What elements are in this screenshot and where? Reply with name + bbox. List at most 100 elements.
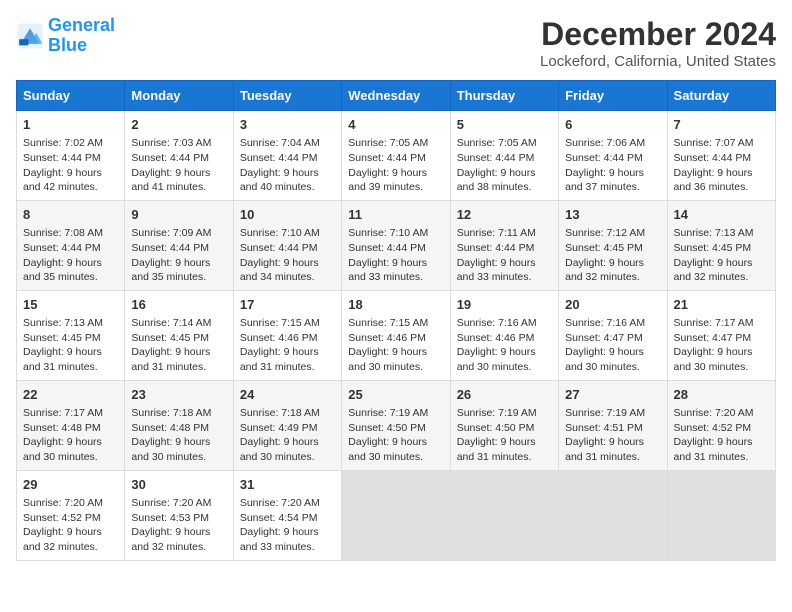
calendar-cell: [450, 470, 558, 560]
day-number: 5: [457, 116, 552, 134]
calendar-cell: 12 Sunrise: 7:11 AMSunset: 4:44 PMDayligh…: [450, 200, 558, 290]
day-number: 9: [131, 206, 226, 224]
day-info: Sunrise: 7:08 AMSunset: 4:44 PMDaylight:…: [23, 226, 118, 285]
calendar-cell: 25 Sunrise: 7:19 AMSunset: 4:50 PMDayligh…: [342, 380, 450, 470]
day-info: Sunrise: 7:20 AMSunset: 4:52 PMDaylight:…: [674, 406, 769, 465]
logo-text-line2: Blue: [48, 36, 115, 56]
day-info: Sunrise: 7:02 AMSunset: 4:44 PMDaylight:…: [23, 136, 118, 195]
calendar-cell: 26Sunrise: 7:19 AMSunset: 4:50 PMDayligh…: [450, 380, 558, 470]
calendar-week-row: 1 Sunrise: 7:02 AMSunset: 4:44 PMDaylight…: [17, 111, 776, 201]
day-info: Sunrise: 7:18 AMSunset: 4:48 PMDaylight:…: [131, 406, 226, 465]
day-number: 24: [240, 386, 335, 404]
calendar-cell: [559, 470, 667, 560]
day-info: Sunrise: 7:20 AMSunset: 4:53 PMDaylight:…: [131, 496, 226, 555]
day-info: Sunrise: 7:15 AMSunset: 4:46 PMDaylight:…: [348, 316, 443, 375]
title-section: December 2024 Lockeford, California, Uni…: [540, 16, 776, 70]
calendar-cell: 11 Sunrise: 7:10 AMSunset: 4:44 PMDayligh…: [342, 200, 450, 290]
day-number: 31: [240, 476, 335, 494]
calendar-cell: 29Sunrise: 7:20 AMSunset: 4:52 PMDayligh…: [17, 470, 125, 560]
calendar-cell: 1 Sunrise: 7:02 AMSunset: 4:44 PMDaylight…: [17, 111, 125, 201]
day-info: Sunrise: 7:16 AMSunset: 4:46 PMDaylight:…: [457, 316, 552, 375]
day-number: 17: [240, 296, 335, 314]
calendar-header-row: SundayMondayTuesdayWednesdayThursdayFrid…: [17, 81, 776, 111]
day-info: Sunrise: 7:19 AMSunset: 4:50 PMDaylight:…: [348, 406, 443, 465]
calendar-week-row: 15 Sunrise: 7:13 AMSunset: 4:45 PMDayligh…: [17, 290, 776, 380]
calendar-cell: 20 Sunrise: 7:16 AMSunset: 4:47 PMDayligh…: [559, 290, 667, 380]
calendar-cell: 30 Sunrise: 7:20 AMSunset: 4:53 PMDayligh…: [125, 470, 233, 560]
header-thursday: Thursday: [450, 81, 558, 111]
calendar-table: SundayMondayTuesdayWednesdayThursdayFrid…: [16, 80, 776, 561]
calendar-cell: 13Sunrise: 7:12 AMSunset: 4:45 PMDayligh…: [559, 200, 667, 290]
day-number: 19: [457, 296, 552, 314]
calendar-cell: 24 Sunrise: 7:18 AMSunset: 4:49 PMDayligh…: [233, 380, 341, 470]
day-info: Sunrise: 7:10 AMSunset: 4:44 PMDaylight:…: [348, 226, 443, 285]
calendar-week-row: 22 Sunrise: 7:17 AMSunset: 4:48 PMDayligh…: [17, 380, 776, 470]
day-number: 25: [348, 386, 443, 404]
day-number: 26: [457, 386, 552, 404]
calendar-cell: 14 Sunrise: 7:13 AMSunset: 4:45 PMDayligh…: [667, 200, 775, 290]
day-number: 30: [131, 476, 226, 494]
day-info: Sunrise: 7:16 AMSunset: 4:47 PMDaylight:…: [565, 316, 660, 375]
day-number: 10: [240, 206, 335, 224]
logo-text-line1: General: [48, 16, 115, 36]
calendar-week-row: 29Sunrise: 7:20 AMSunset: 4:52 PMDayligh…: [17, 470, 776, 560]
logo-icon: [16, 22, 44, 50]
calendar-cell: [667, 470, 775, 560]
calendar-cell: 10Sunrise: 7:10 AMSunset: 4:44 PMDayligh…: [233, 200, 341, 290]
header: General Blue December 2024 Lockeford, Ca…: [16, 16, 776, 70]
calendar-cell: 9Sunrise: 7:09 AMSunset: 4:44 PMDaylight…: [125, 200, 233, 290]
calendar-cell: 15 Sunrise: 7:13 AMSunset: 4:45 PMDayligh…: [17, 290, 125, 380]
page-title: December 2024: [540, 16, 776, 53]
calendar-week-row: 8Sunrise: 7:08 AMSunset: 4:44 PMDaylight…: [17, 200, 776, 290]
day-info: Sunrise: 7:18 AMSunset: 4:49 PMDaylight:…: [240, 406, 335, 465]
day-number: 22: [23, 386, 118, 404]
header-monday: Monday: [125, 81, 233, 111]
day-number: 13: [565, 206, 660, 224]
logo: General Blue: [16, 16, 115, 56]
day-info: Sunrise: 7:19 AMSunset: 4:51 PMDaylight:…: [565, 406, 660, 465]
calendar-cell: 2Sunrise: 7:03 AMSunset: 4:44 PMDaylight…: [125, 111, 233, 201]
day-number: 3: [240, 116, 335, 134]
day-info: Sunrise: 7:06 AMSunset: 4:44 PMDaylight:…: [565, 136, 660, 195]
day-number: 7: [674, 116, 769, 134]
day-number: 14: [674, 206, 769, 224]
header-tuesday: Tuesday: [233, 81, 341, 111]
header-sunday: Sunday: [17, 81, 125, 111]
calendar-cell: 4 Sunrise: 7:05 AMSunset: 4:44 PMDaylight…: [342, 111, 450, 201]
header-wednesday: Wednesday: [342, 81, 450, 111]
day-number: 1: [23, 116, 118, 134]
calendar-cell: 16Sunrise: 7:14 AMSunset: 4:45 PMDayligh…: [125, 290, 233, 380]
day-number: 23: [131, 386, 226, 404]
calendar-cell: 18 Sunrise: 7:15 AMSunset: 4:46 PMDayligh…: [342, 290, 450, 380]
calendar-cell: 22 Sunrise: 7:17 AMSunset: 4:48 PMDayligh…: [17, 380, 125, 470]
day-number: 12: [457, 206, 552, 224]
calendar-cell: 31 Sunrise: 7:20 AMSunset: 4:54 PMDayligh…: [233, 470, 341, 560]
day-number: 11: [348, 206, 443, 224]
day-info: Sunrise: 7:17 AMSunset: 4:48 PMDaylight:…: [23, 406, 118, 465]
page-subtitle: Lockeford, California, United States: [540, 53, 776, 70]
day-info: Sunrise: 7:20 AMSunset: 4:52 PMDaylight:…: [23, 496, 118, 555]
calendar-cell: 19 Sunrise: 7:16 AMSunset: 4:46 PMDayligh…: [450, 290, 558, 380]
day-number: 18: [348, 296, 443, 314]
calendar-cell: 3Sunrise: 7:04 AMSunset: 4:44 PMDaylight…: [233, 111, 341, 201]
day-info: Sunrise: 7:20 AMSunset: 4:54 PMDaylight:…: [240, 496, 335, 555]
day-info: Sunrise: 7:11 AMSunset: 4:44 PMDaylight:…: [457, 226, 552, 285]
day-number: 21: [674, 296, 769, 314]
day-number: 27: [565, 386, 660, 404]
day-number: 20: [565, 296, 660, 314]
day-info: Sunrise: 7:13 AMSunset: 4:45 PMDaylight:…: [23, 316, 118, 375]
day-number: 6: [565, 116, 660, 134]
day-number: 15: [23, 296, 118, 314]
day-info: Sunrise: 7:07 AMSunset: 4:44 PMDaylight:…: [674, 136, 769, 195]
calendar-cell: 21 Sunrise: 7:17 AMSunset: 4:47 PMDayligh…: [667, 290, 775, 380]
calendar-cell: 28Sunrise: 7:20 AMSunset: 4:52 PMDayligh…: [667, 380, 775, 470]
day-number: 4: [348, 116, 443, 134]
day-info: Sunrise: 7:14 AMSunset: 4:45 PMDaylight:…: [131, 316, 226, 375]
header-saturday: Saturday: [667, 81, 775, 111]
day-info: Sunrise: 7:05 AMSunset: 4:44 PMDaylight:…: [348, 136, 443, 195]
calendar-cell: 6 Sunrise: 7:06 AMSunset: 4:44 PMDaylight…: [559, 111, 667, 201]
calendar-cell: 27 Sunrise: 7:19 AMSunset: 4:51 PMDayligh…: [559, 380, 667, 470]
day-info: Sunrise: 7:17 AMSunset: 4:47 PMDaylight:…: [674, 316, 769, 375]
calendar-cell: [342, 470, 450, 560]
day-info: Sunrise: 7:13 AMSunset: 4:45 PMDaylight:…: [674, 226, 769, 285]
